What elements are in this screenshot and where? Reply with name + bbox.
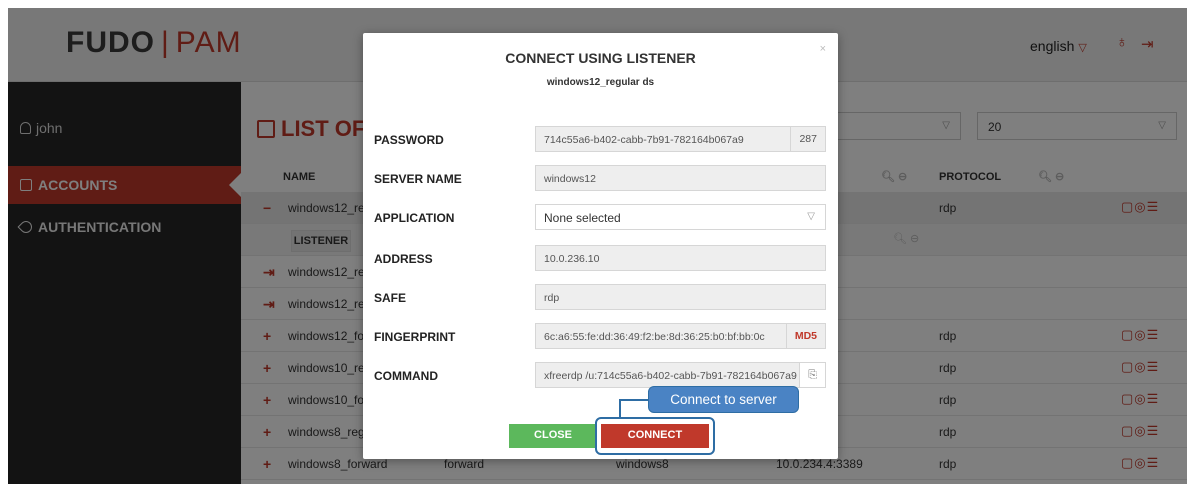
close-button[interactable]: CLOSE [509,424,597,448]
dialog-title: CONNECT USING LISTENER [505,50,696,66]
dialog-subtitle: windows12_regular ds [546,77,655,88]
server-name-value: windows12 [544,173,596,185]
command-label: COMMAND [374,369,438,383]
fingerprint-label: FINGERPRINT [374,330,456,344]
address-value: 10.0.236.10 [544,253,600,265]
connect-dialog: × CONNECT USING LISTENER windows12_regul… [363,33,838,459]
fingerprint-value: 6c:a6:55:fe:dd:36:49:f2:be:8d:36:25:b0:b… [544,331,765,343]
application-label: APPLICATION [374,211,455,225]
address-field[interactable]: 10.0.236.10 [535,245,826,271]
password-expiry: 287 [790,127,825,151]
password-field[interactable]: 714c55a6-b402-cabb-7b91-782164b067a9 287 [535,126,826,152]
safe-field[interactable]: rdp [535,284,826,310]
application-value: None selected [544,211,621,225]
server-name-field[interactable]: windows12 [535,165,826,191]
fingerprint-hash-type: MD5 [785,324,825,348]
safe-value: rdp [544,292,560,304]
callout-tooltip: Connect to server [648,386,799,413]
callout-line [619,399,621,417]
fingerprint-field[interactable]: 6c:a6:55:fe:dd:36:49:f2:be:8d:36:25:b0:b… [535,323,826,349]
callout-line [619,399,649,401]
password-value: 714c55a6-b402-cabb-7b91-782164b067a9 [544,134,744,146]
copy-icon[interactable]: ⎘ [799,363,825,387]
address-label: ADDRESS [374,252,433,266]
password-label: PASSWORD [374,133,444,147]
chevron-down-icon: ▽ [807,211,815,222]
command-value: xfreerdp /u:714c55a6-b402-cabb-7b91-7821… [544,370,809,382]
app-frame: FUDO|PAM english▽ ♁ ⇥ john ACCOUNTS AUTH… [8,8,1187,484]
connect-button[interactable]: CONNECT [601,424,709,448]
application-select[interactable]: None selected ▽ [535,204,826,230]
command-field[interactable]: xfreerdp /u:714c55a6-b402-cabb-7b91-7821… [535,362,826,388]
safe-label: SAFE [374,291,407,305]
server-name-label: SERVER NAME [374,172,462,186]
